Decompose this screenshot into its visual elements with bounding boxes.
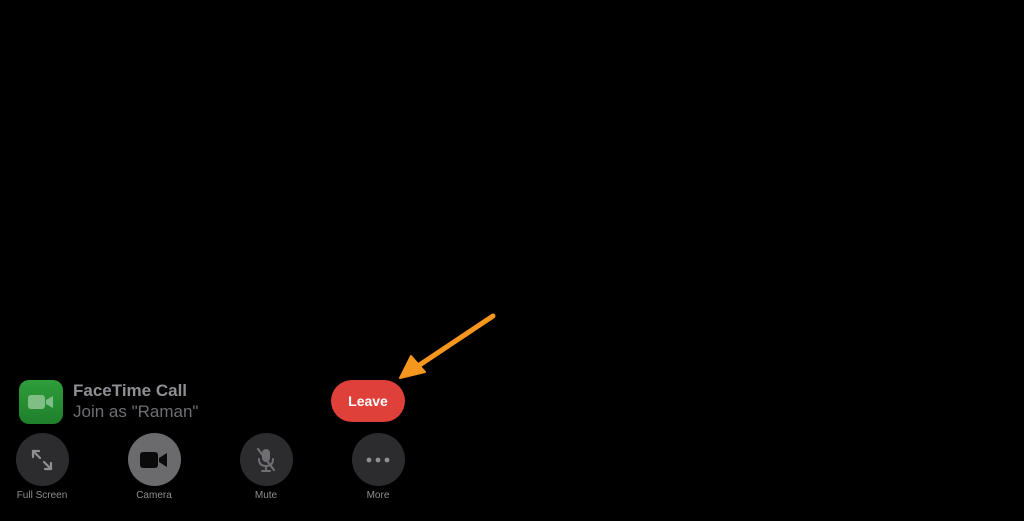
facetime-window: FaceTime Call Join as "Raman" Leave Full… [0, 0, 1024, 521]
join-as-label: Join as "Raman" [73, 402, 199, 421]
camera-label: Camera [136, 490, 172, 501]
video-camera-icon [140, 451, 167, 468]
mute-button[interactable] [239, 433, 293, 486]
mute-control[interactable]: Mute [226, 433, 306, 503]
ellipsis-icon [366, 457, 390, 462]
video-camera-icon [28, 395, 53, 409]
more-label: More [366, 490, 390, 501]
leave-button[interactable]: Leave [331, 380, 405, 422]
microphone-slash-icon [256, 447, 276, 472]
more-control[interactable]: More [338, 433, 418, 503]
more-button[interactable] [351, 433, 405, 486]
call-title: FaceTime Call [73, 381, 188, 400]
mute-label: Mute [254, 490, 278, 501]
full-screen-button[interactable] [15, 433, 69, 486]
full-screen-label: Full Screen [16, 490, 68, 501]
expand-arrows-icon [31, 449, 53, 470]
camera-button[interactable] [127, 433, 181, 486]
camera-control[interactable]: Camera [114, 433, 194, 503]
full-screen-control[interactable]: Full Screen [2, 433, 82, 503]
facetime-app-icon [19, 380, 63, 424]
